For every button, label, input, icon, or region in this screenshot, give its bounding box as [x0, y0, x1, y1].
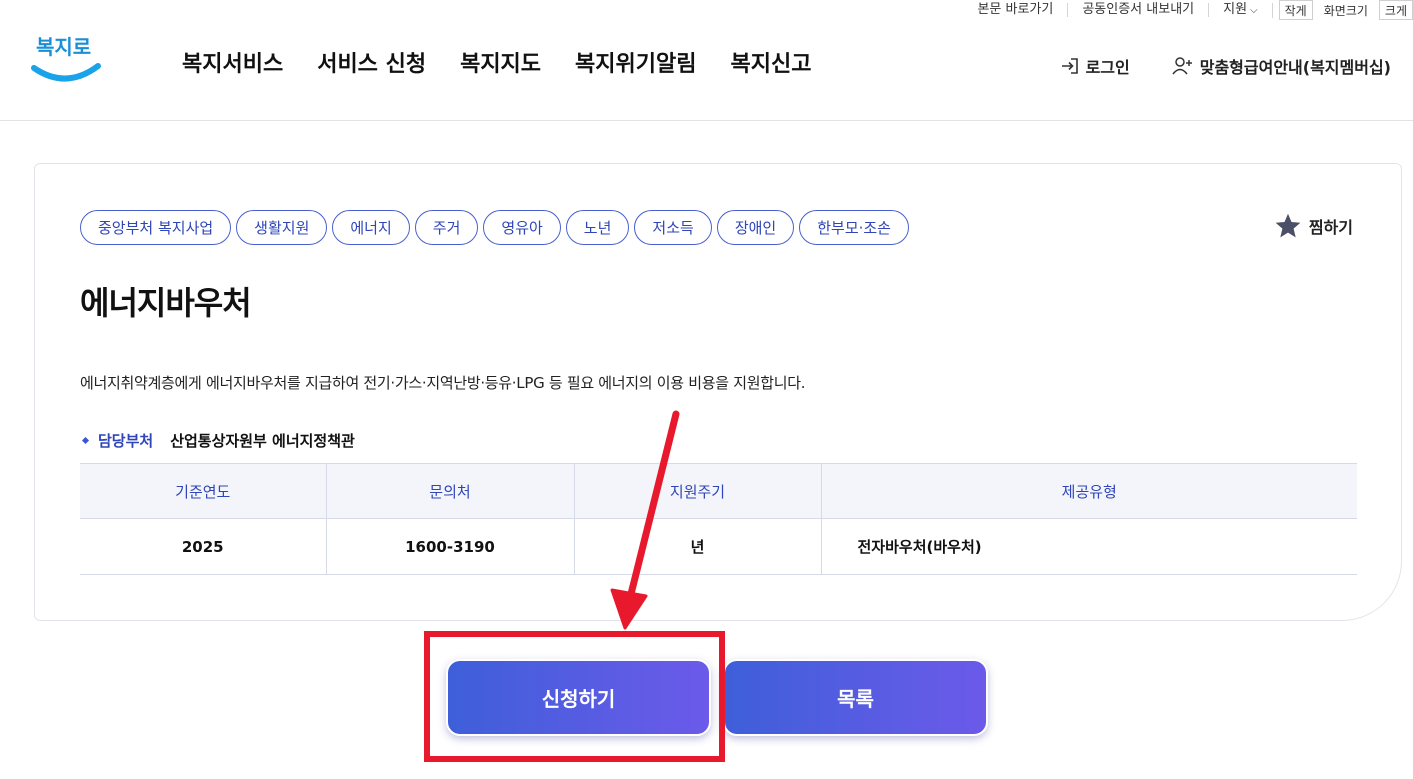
tag[interactable]: 저소득: [634, 210, 712, 245]
user-add-icon: [1172, 57, 1192, 75]
tag[interactable]: 생활지원: [236, 210, 328, 245]
login-label: 로그인: [1085, 58, 1130, 77]
favorite-label: 찜하기: [1308, 218, 1353, 237]
membership-link[interactable]: 맞춤형급여안내(복지멤버십): [1172, 54, 1391, 78]
table-row: 2025 1600-3190 년 전자바우처(바우처): [80, 518, 1357, 575]
tag[interactable]: 한부모·조손: [799, 210, 909, 245]
service-description: 에너지취약계층에게 에너지바우처를 지급하여 전기·가스·지역난방·등유·LPG…: [80, 374, 806, 392]
bokjiro-logo[interactable]: 복지로: [30, 28, 102, 90]
login-link[interactable]: 로그인: [1060, 54, 1130, 78]
table-header-row: 기준연도 문의처 지원주기 제공유형: [80, 463, 1357, 519]
tag[interactable]: 노년: [565, 210, 630, 245]
table-header: 지원주기: [574, 463, 822, 519]
tag[interactable]: 중앙부처 복지사업: [80, 210, 232, 245]
tag[interactable]: 장애인: [716, 210, 795, 245]
table-header: 문의처: [326, 463, 575, 519]
table-cell: 2025: [80, 518, 327, 575]
login-icon: [1061, 58, 1078, 74]
nav-welfare-services[interactable]: 복지서비스: [182, 46, 283, 78]
nav-welfare-report[interactable]: 복지신고: [731, 46, 812, 78]
bullet-icon: [81, 436, 90, 445]
nav-crisis-alert[interactable]: 복지위기알림: [575, 46, 696, 78]
logo-icon: 복지로: [31, 35, 101, 82]
star-icon: [1275, 213, 1301, 238]
favorite-button[interactable]: 찜하기: [1273, 212, 1353, 240]
annotation-highlight-box: [424, 631, 725, 762]
department-value: 산업통상자원부 에너지정책관: [170, 432, 355, 450]
membership-label: 맞춤형급여안내(복지멤버십): [1199, 58, 1391, 77]
department-label: 담당부처: [98, 432, 154, 450]
site-header: 복지로 복지서비스 서비스 신청 복지지도 복지위기알림 복지신고 로그인 맞춤…: [0, 0, 1413, 121]
nav-service-apply[interactable]: 서비스 신청: [317, 46, 426, 78]
main-nav: 복지서비스 서비스 신청 복지지도 복지위기알림 복지신고: [182, 46, 845, 78]
nav-welfare-map[interactable]: 복지지도: [460, 46, 541, 78]
table-cell: 년: [574, 518, 822, 575]
header-actions: 로그인 맞춤형급여안내(복지멤버십): [1018, 54, 1391, 78]
service-info-table: 기준연도 문의처 지원주기 제공유형 2025 1600-3190 년 전자바우…: [80, 463, 1357, 575]
tag[interactable]: 영유아: [483, 210, 561, 245]
department-info: 담당부처 산업통상자원부 에너지정책관: [80, 430, 355, 451]
table-header: 제공유형: [821, 463, 1357, 519]
service-title: 에너지바우처: [80, 284, 252, 322]
tag[interactable]: 주거: [414, 210, 479, 245]
list-button[interactable]: 목록: [723, 659, 988, 736]
logo-text: 복지로: [36, 35, 91, 59]
table-header: 기준연도: [80, 463, 327, 519]
tag[interactable]: 에너지: [332, 210, 410, 245]
table-cell: 1600-3190: [326, 518, 575, 575]
table-cell: 전자바우처(바우처): [821, 518, 1357, 575]
service-detail-card: 중앙부처 복지사업 생활지원 에너지 주거 영유아 노년 저소득 장애인 한부모…: [34, 163, 1402, 621]
service-tags: 중앙부처 복지사업 생활지원 에너지 주거 영유아 노년 저소득 장애인 한부모…: [80, 210, 914, 245]
